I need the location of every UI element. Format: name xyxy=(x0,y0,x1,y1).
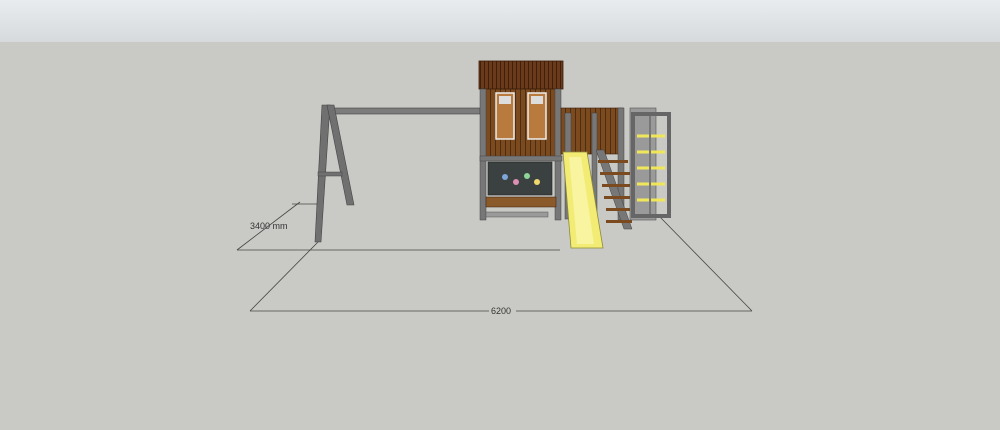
swing-frame[interactable] xyxy=(314,104,481,243)
window-left xyxy=(495,92,515,140)
dimension-depth-label: 3400 mm xyxy=(250,221,288,231)
window-right xyxy=(527,92,547,140)
dimension-width xyxy=(249,216,753,312)
sketchup-viewport[interactable]: 3400 mm 6200 xyxy=(0,0,1000,430)
stairs[interactable] xyxy=(595,149,634,230)
playhouse[interactable] xyxy=(478,60,564,221)
dimension-width-label: 6200 xyxy=(491,306,511,316)
model-scene[interactable]: 3400 mm 6200 xyxy=(0,0,1000,430)
climbing-wall[interactable] xyxy=(629,107,671,221)
chalkboard xyxy=(487,161,553,196)
